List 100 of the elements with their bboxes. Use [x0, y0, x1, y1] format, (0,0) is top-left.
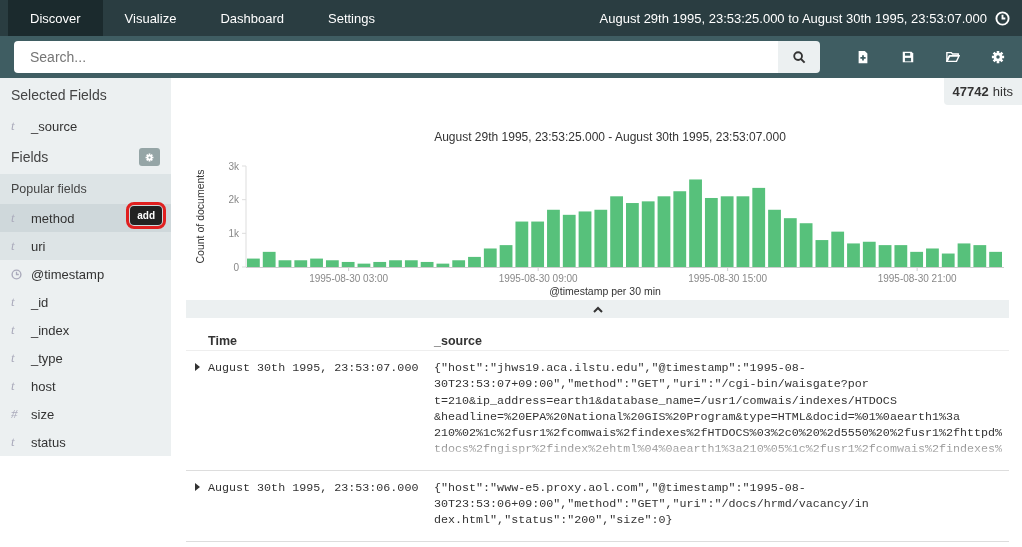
chevron-up-icon	[592, 305, 603, 313]
histogram-bar[interactable]	[310, 258, 323, 267]
section-heading: Selected Fields	[10, 86, 108, 105]
source-text-line: dex.html","status":"200","size":0}	[434, 512, 674, 529]
field-name[interactable]: status	[31, 434, 66, 450]
source-text-line: &headline=%20EPA%20National%20GIS%20Program&type=HTML&docid=%01%0aearth1%3a	[434, 408, 962, 426]
section-heading: Popular fields	[10, 181, 88, 198]
nav-tab[interactable]: Dashboard	[198, 0, 306, 36]
field-type-icon: t	[11, 118, 15, 134]
time-range[interactable]: August 29th 1995, 23:53:25.000 to August 30th 1995, 23:53:07.000	[599, 10, 987, 26]
histogram-bar[interactable]	[578, 211, 592, 267]
settings-icon	[990, 50, 1005, 64]
source-text-line: 210%02%1c%2fusr1%2fcomwais%2findexes%2fHTDOCS%03%2c0%20%2d5550%20%2fusr1%2fhttpd%	[434, 425, 1003, 442]
column-header: Time	[207, 334, 238, 348]
histogram-bar[interactable]	[831, 231, 845, 267]
histogram-bar[interactable]	[373, 261, 387, 267]
field-name[interactable]: _type	[31, 350, 63, 366]
histogram-bar[interactable]	[957, 243, 971, 267]
axis-tick-label: 2k	[228, 194, 239, 206]
field-type-icon: t	[11, 378, 15, 394]
histogram-bar[interactable]	[420, 261, 434, 267]
histogram-bar[interactable]	[862, 241, 876, 267]
field-settings-button[interactable]	[139, 148, 160, 166]
histogram-bar[interactable]	[436, 263, 450, 267]
axis-tick-label: 1k	[228, 227, 239, 239]
field-type-icon: t	[11, 294, 15, 310]
histogram-bar[interactable]	[483, 248, 497, 267]
histogram-bar[interactable]	[294, 260, 308, 267]
histogram-bar[interactable]	[973, 245, 987, 267]
histogram-bar[interactable]	[894, 245, 908, 267]
histogram-bar[interactable]	[357, 263, 371, 267]
save-icon	[900, 50, 915, 64]
histogram-bar[interactable]	[452, 260, 466, 267]
histogram-bar[interactable]	[768, 209, 781, 267]
nav-tab[interactable]: Discover	[8, 0, 103, 36]
histogram-bar[interactable]	[341, 261, 355, 267]
source-text-line: {"host":"jhws19.aca.ilstu.edu","@timestamp":"1995-08-	[434, 360, 807, 377]
histogram-bar[interactable]	[404, 260, 418, 267]
histogram-bar[interactable]	[926, 248, 939, 267]
histogram-bar[interactable]	[752, 187, 766, 267]
histogram-bar[interactable]	[610, 196, 623, 267]
field-name[interactable]: host	[31, 378, 56, 394]
column-header: _source	[434, 334, 482, 348]
settings-icon	[145, 152, 154, 162]
nav-tab[interactable]: Settings	[306, 0, 397, 36]
histogram-bar[interactable]	[515, 221, 529, 267]
histogram-bar[interactable]	[878, 245, 892, 267]
histogram-bar[interactable]	[689, 179, 702, 267]
field-name[interactable]: size	[31, 406, 55, 422]
source-text-line: {"host":"www-e5.proxy.aol.com","@timestamp":"1995-08-	[434, 479, 807, 497]
histogram-bar[interactable]	[531, 221, 545, 267]
field-type-icon: t	[11, 350, 15, 366]
histogram-bar[interactable]	[278, 260, 292, 267]
histogram-bar[interactable]	[720, 196, 734, 267]
histogram-bar[interactable]	[736, 196, 750, 267]
histogram-bar[interactable]	[562, 214, 576, 267]
field-name[interactable]: _source	[31, 118, 78, 134]
histogram-bar[interactable]	[641, 201, 655, 267]
histogram-bar[interactable]	[799, 223, 813, 267]
expand-caret-icon[interactable]	[194, 363, 200, 371]
axis-tick-label: 3k	[228, 160, 239, 172]
histogram-bar[interactable]	[325, 260, 339, 267]
axis-tick-label: 0	[233, 261, 239, 273]
nav-tab[interactable]: Visualize	[102, 0, 199, 36]
collapse-button[interactable]	[186, 300, 1009, 318]
histogram-bar[interactable]	[704, 198, 718, 267]
histogram-bar[interactable]	[657, 196, 671, 267]
folder-icon	[945, 50, 960, 64]
field-type-icon: #	[11, 406, 18, 422]
histogram-bar[interactable]	[389, 260, 402, 267]
field-type-icon: t	[11, 238, 15, 254]
expand-caret-icon[interactable]	[194, 482, 200, 491]
histogram-bar[interactable]	[594, 209, 608, 267]
histogram-bar[interactable]	[673, 191, 687, 267]
histogram-bar[interactable]	[815, 240, 829, 267]
table-cell-text: August 30th 1995, 23:53:07.000	[208, 360, 420, 377]
histogram-bar[interactable]	[910, 251, 924, 267]
histogram-bar[interactable]	[847, 243, 860, 267]
clock-icon	[11, 268, 22, 280]
search-field[interactable]: Search...	[14, 41, 778, 73]
axis-title: Count of documents	[194, 169, 206, 264]
histogram-bar[interactable]	[783, 218, 797, 267]
search-button[interactable]	[778, 41, 820, 73]
field-name[interactable]: method	[31, 210, 75, 226]
field-name[interactable]: @timestamp	[31, 266, 105, 282]
histogram-bar[interactable]	[547, 209, 560, 267]
histogram-bar[interactable]	[468, 256, 481, 267]
histogram-bar[interactable]	[626, 203, 639, 267]
histogram-bar[interactable]	[247, 258, 260, 267]
clock-icon[interactable]	[995, 10, 1010, 26]
histogram-bar[interactable]	[941, 253, 955, 267]
chart-title: August 29th 1995, 23:53:25.000 - August 30th 1995, 23:53:07.000	[434, 130, 786, 144]
source-text-line: 30T23:53:06+09:00","method":"GET","uri":"/docs/hrmd/vacancy/in	[434, 496, 869, 513]
section-heading: Fields	[10, 148, 50, 167]
histogram-bar[interactable]	[499, 245, 513, 267]
histogram-bar[interactable]	[989, 251, 1002, 267]
field-name[interactable]: _index	[31, 322, 70, 338]
histogram-bar[interactable]	[262, 251, 276, 267]
field-name[interactable]: _id	[31, 294, 49, 310]
field-name[interactable]: uri	[31, 238, 46, 254]
